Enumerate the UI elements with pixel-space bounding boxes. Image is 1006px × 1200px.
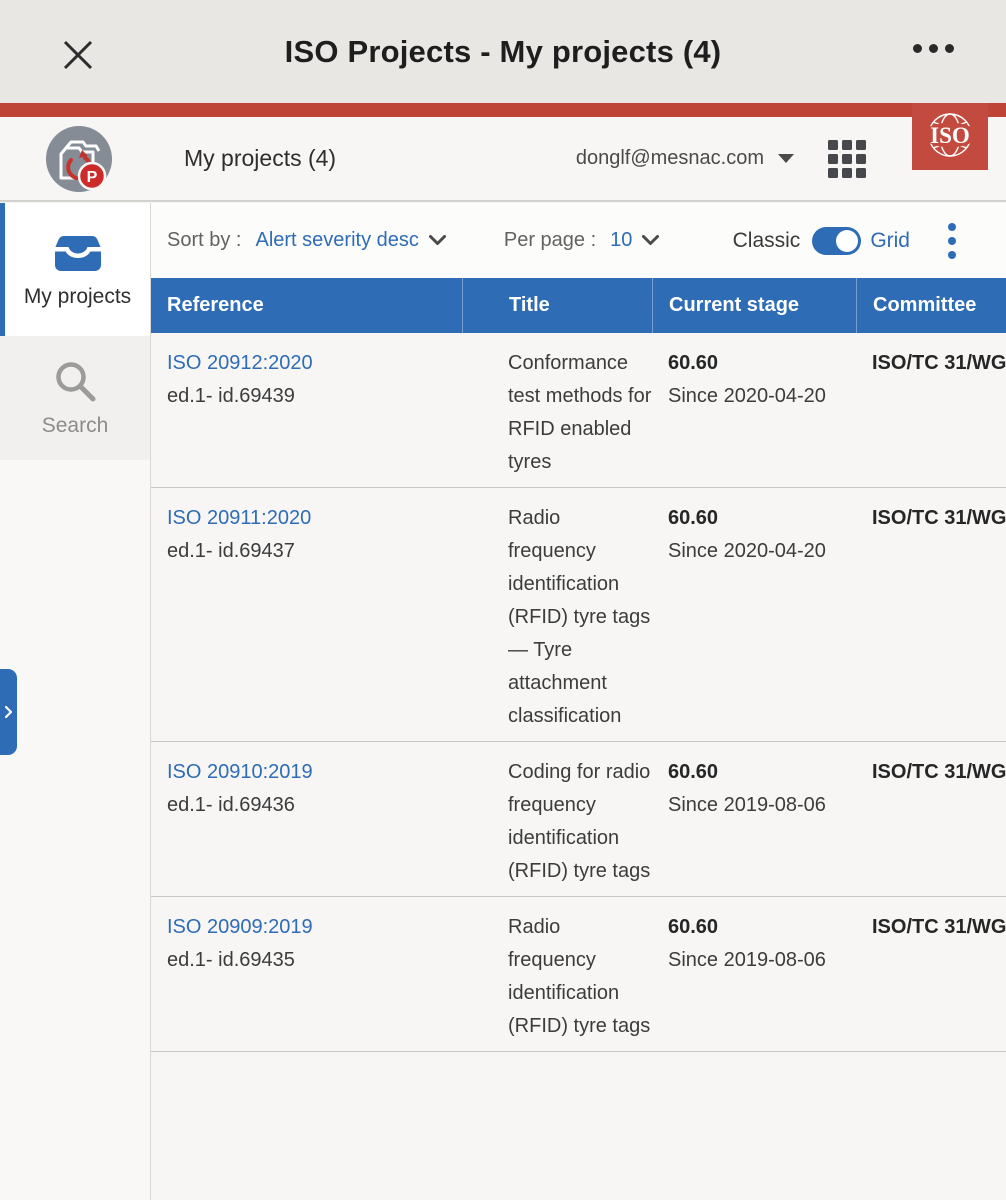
more-menu-button[interactable] — [913, 44, 954, 53]
project-reference-link[interactable]: ISO 20911:2020 — [167, 502, 311, 535]
dot — [948, 237, 956, 245]
chevron-right-icon — [4, 705, 13, 719]
toggle-knob — [836, 230, 858, 252]
app-bar-title: My projects (4) — [184, 145, 336, 172]
caret-down-icon — [778, 154, 794, 163]
app-bar: P My projects (4) donglf@mesnac.com — [0, 117, 1006, 202]
stage-since: Since 2019-08-06 — [668, 794, 826, 816]
committee: ISO/TC 31/WG — [872, 761, 1006, 783]
inbox-icon — [54, 231, 102, 273]
sidebar: My projects Search — [0, 203, 151, 1200]
projects-app-logo: P — [44, 124, 114, 194]
list-toolbar: Sort by : Alert severity desc Per page :… — [151, 203, 1006, 278]
sidebar-expand-handle[interactable] — [0, 669, 17, 755]
project-edition-id: ed.1- id.69436 — [167, 794, 295, 816]
project-edition-id: ed.1- id.69435 — [167, 949, 295, 971]
user-email: donglf@mesnac.com — [576, 147, 764, 170]
committee: ISO/TC 31/WG — [872, 916, 1006, 938]
table-row: ISO 20910:2019 ed.1- id.69436 Coding for… — [151, 741, 1006, 896]
sidebar-item-label: Search — [42, 414, 109, 438]
dot — [945, 44, 954, 53]
sort-by-label: Sort by : — [167, 229, 241, 252]
view-mode-toggle[interactable] — [812, 227, 861, 255]
dot — [913, 44, 922, 53]
project-edition-id: ed.1- id.69437 — [167, 540, 295, 562]
per-page-select[interactable]: 10 — [610, 229, 632, 252]
sidebar-item-label: My projects — [24, 285, 131, 309]
view-classic-label[interactable]: Classic — [733, 229, 801, 253]
table-row: ISO 20911:2020 ed.1- id.69437 Radio freq… — [151, 487, 1006, 741]
main-content: Sort by : Alert severity desc Per page :… — [151, 203, 1006, 1200]
project-title: Coding for radio frequency identificatio… — [462, 756, 652, 888]
per-page-label: Per page : — [504, 229, 596, 252]
table-header: Reference Title Current stage Committee — [151, 278, 1006, 333]
stage-code: 60.60 — [668, 352, 718, 374]
stage-code: 60.60 — [668, 916, 718, 938]
dot — [948, 223, 956, 231]
iso-logo: ISO — [912, 103, 988, 170]
iso-logo-text: ISO — [930, 123, 970, 148]
sidebar-item-my-projects[interactable]: My projects — [0, 203, 150, 336]
view-grid-label[interactable]: Grid — [870, 229, 910, 253]
column-header-current-stage[interactable]: Current stage — [652, 278, 856, 333]
user-menu[interactable]: donglf@mesnac.com — [576, 147, 794, 170]
column-header-committee[interactable]: Committee — [856, 278, 1006, 333]
chevron-down-icon[interactable] — [429, 235, 446, 246]
logo-badge-letter: P — [87, 169, 98, 186]
project-reference-link[interactable]: ISO 20909:2019 — [167, 911, 313, 944]
search-icon — [52, 358, 98, 404]
stage-since: Since 2020-04-20 — [668, 385, 826, 407]
project-title: Radio frequency identification (RFID) ty… — [462, 911, 652, 1043]
stage-code: 60.60 — [668, 761, 718, 783]
column-header-title[interactable]: Title — [462, 278, 652, 333]
stage-since: Since 2019-08-06 — [668, 949, 826, 971]
committee: ISO/TC 31/WG — [872, 507, 1006, 529]
stage-since: Since 2020-04-20 — [668, 540, 826, 562]
dot — [948, 251, 956, 259]
sidebar-item-search[interactable]: Search — [0, 336, 150, 460]
column-header-reference[interactable]: Reference — [151, 294, 462, 317]
chevron-down-icon[interactable] — [642, 235, 659, 246]
table-row: ISO 20909:2019 ed.1- id.69435 Radio freq… — [151, 896, 1006, 1051]
project-reference-link[interactable]: ISO 20912:2020 — [167, 347, 313, 380]
table-row: ISO 20912:2020 ed.1- id.69439 Conformanc… — [151, 333, 1006, 487]
project-edition-id: ed.1- id.69439 — [167, 385, 295, 407]
window-topbar: ISO Projects - My projects (4) — [0, 0, 1006, 103]
sort-by-select[interactable]: Alert severity desc — [255, 229, 418, 252]
project-title: Conformance test methods for RFID enable… — [462, 347, 652, 479]
project-reference-link[interactable]: ISO 20910:2019 — [167, 756, 313, 789]
project-title: Radio frequency identification (RFID) ty… — [462, 502, 652, 733]
dot — [929, 44, 938, 53]
accent-bar — [0, 103, 1006, 117]
stage-code: 60.60 — [668, 507, 718, 529]
next-row-partial — [151, 1051, 1006, 1091]
window-title: ISO Projects - My projects (4) — [0, 34, 1006, 70]
apps-grid-button[interactable] — [828, 140, 866, 178]
committee: ISO/TC 31/WG — [872, 352, 1006, 374]
list-options-button[interactable] — [948, 223, 956, 259]
